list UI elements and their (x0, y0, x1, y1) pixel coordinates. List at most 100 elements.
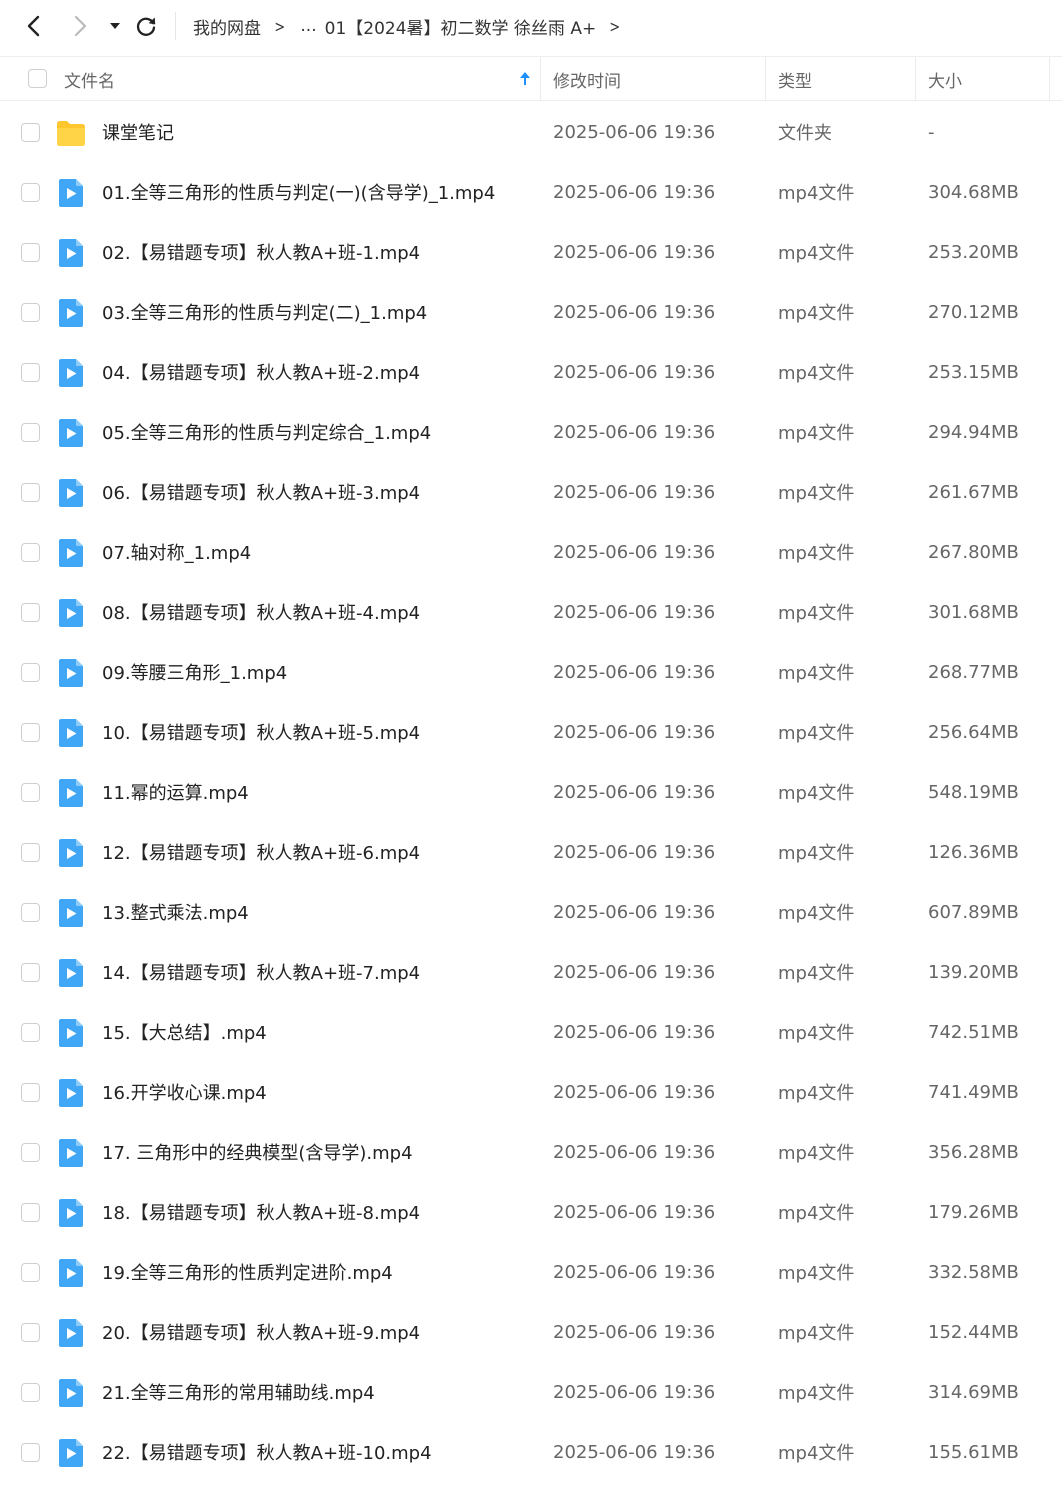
row-checkbox[interactable] (21, 1203, 40, 1222)
row-checkbox[interactable] (21, 1263, 40, 1282)
row-checkbox[interactable] (21, 783, 40, 802)
file-size: 607.89MB (928, 901, 1019, 923)
file-row[interactable]: 16.开学收心课.mp4 2025-06-06 19:36 mp4文件 741.49M… (0, 1062, 1062, 1122)
file-row[interactable]: 20.【易错题专项】秋人教A+班-9.mp4 2025-06-06 19:36 mp… (0, 1302, 1062, 1362)
row-checkbox[interactable] (21, 423, 40, 442)
file-mtime: 2025-06-06 19:36 (553, 1021, 716, 1043)
row-checkbox[interactable] (21, 183, 40, 202)
file-name[interactable]: 13.整式乘法.mp4 (102, 882, 249, 942)
row-checkbox[interactable] (21, 123, 40, 142)
row-checkbox[interactable] (21, 663, 40, 682)
file-name[interactable]: 22.【易错题专项】秋人教A+班-10.mp4 (102, 1422, 432, 1482)
file-row[interactable]: 11.幂的运算.mp4 2025-06-06 19:36 mp4文件 548.19MB (0, 762, 1062, 822)
row-checkbox[interactable] (21, 483, 40, 502)
file-name[interactable]: 08.【易错题专项】秋人教A+班-4.mp4 (102, 582, 420, 642)
file-row[interactable]: 04.【易错题专项】秋人教A+班-2.mp4 2025-06-06 19:36 mp… (0, 342, 1062, 402)
sort-ascending-icon[interactable] (518, 70, 532, 88)
file-name[interactable]: 09.等腰三角形_1.mp4 (102, 642, 287, 702)
column-header-type[interactable]: 类型 (778, 57, 812, 101)
file-row[interactable]: 03.全等三角形的性质与判定(二)_1.mp4 2025-06-06 19:36 m… (0, 282, 1062, 342)
row-checkbox[interactable] (21, 903, 40, 922)
file-name[interactable]: 03.全等三角形的性质与判定(二)_1.mp4 (102, 282, 427, 342)
row-checkbox[interactable] (21, 1083, 40, 1102)
file-row[interactable]: 10.【易错题专项】秋人教A+班-5.mp4 2025-06-06 19:36 mp… (0, 702, 1062, 762)
file-row[interactable]: 09.等腰三角形_1.mp4 2025-06-06 19:36 mp4文件 268.7… (0, 642, 1062, 702)
file-row[interactable]: 06.【易错题专项】秋人教A+班-3.mp4 2025-06-06 19:36 mp… (0, 462, 1062, 522)
file-mtime: 2025-06-06 19:36 (553, 301, 716, 323)
file-type: mp4文件 (778, 903, 855, 924)
row-checkbox[interactable] (21, 723, 40, 742)
file-row[interactable]: 13.整式乘法.mp4 2025-06-06 19:36 mp4文件 607.89MB (0, 882, 1062, 942)
file-row[interactable]: 18.【易错题专项】秋人教A+班-8.mp4 2025-06-06 19:36 mp… (0, 1182, 1062, 1242)
file-row[interactable]: 19.全等三角形的性质判定进阶.mp4 2025-06-06 19:36 mp4文件… (0, 1242, 1062, 1302)
file-mtime: 2025-06-06 19:36 (553, 661, 716, 683)
row-checkbox[interactable] (21, 1443, 40, 1462)
row-checkbox[interactable] (21, 963, 40, 982)
breadcrumb-root[interactable]: 我的网盘 (193, 14, 261, 39)
video-file-icon (58, 238, 84, 272)
file-row[interactable]: 课堂笔记 2025-06-06 19:36 文件夹 - (0, 102, 1062, 162)
select-all-checkbox[interactable] (28, 69, 47, 88)
file-name[interactable]: 16.开学收心课.mp4 (102, 1062, 267, 1122)
file-name[interactable]: 14.【易错题专项】秋人教A+班-7.mp4 (102, 942, 420, 1002)
file-name[interactable]: 05.全等三角形的性质与判定综合_1.mp4 (102, 402, 431, 462)
file-name[interactable]: 20.【易错题专项】秋人教A+班-9.mp4 (102, 1302, 420, 1362)
file-mtime: 2025-06-06 19:36 (553, 481, 716, 503)
file-name[interactable]: 15.【大总结】.mp4 (102, 1002, 267, 1062)
row-checkbox[interactable] (21, 843, 40, 862)
file-row[interactable]: 08.【易错题专项】秋人教A+班-4.mp4 2025-06-06 19:36 mp… (0, 582, 1062, 642)
file-name[interactable]: 10.【易错题专项】秋人教A+班-5.mp4 (102, 702, 420, 762)
video-file-icon (58, 1378, 84, 1412)
breadcrumb-chevron-icon[interactable]: > (610, 17, 621, 36)
file-row[interactable]: 14.【易错题专项】秋人教A+班-7.mp4 2025-06-06 19:36 mp… (0, 942, 1062, 1002)
file-type: mp4文件 (778, 363, 855, 384)
row-checkbox[interactable] (21, 1323, 40, 1342)
file-row[interactable]: 21.全等三角形的常用辅助线.mp4 2025-06-06 19:36 mp4文件 3… (0, 1362, 1062, 1422)
file-row[interactable]: 17. 三角形中的经典模型(含导学).mp4 2025-06-06 19:36 mp… (0, 1122, 1062, 1182)
file-name[interactable]: 课堂笔记 (102, 102, 174, 162)
file-size: 261.67MB (928, 481, 1019, 503)
file-name[interactable]: 12.【易错题专项】秋人教A+班-6.mp4 (102, 822, 420, 882)
video-file-icon (58, 1198, 84, 1232)
file-row[interactable]: 15.【大总结】.mp4 2025-06-06 19:36 mp4文件 742.51M… (0, 1002, 1062, 1062)
row-checkbox[interactable] (21, 363, 40, 382)
breadcrumb-current[interactable]: 01【2024暑】初二数学 徐丝雨 A+ (325, 14, 597, 39)
file-name[interactable]: 07.轴对称_1.mp4 (102, 522, 251, 582)
file-name[interactable]: 18.【易错题专项】秋人教A+班-8.mp4 (102, 1182, 420, 1242)
file-row[interactable]: 12.【易错题专项】秋人教A+班-6.mp4 2025-06-06 19:36 mp… (0, 822, 1062, 882)
file-size: 304.68MB (928, 181, 1019, 203)
caret-down-icon (110, 23, 120, 29)
column-header-name[interactable]: 文件名 (64, 57, 534, 101)
row-checkbox[interactable] (21, 543, 40, 562)
column-header-mtime[interactable]: 修改时间 (553, 57, 621, 101)
file-row[interactable]: 07.轴对称_1.mp4 2025-06-06 19:36 mp4文件 267.80M… (0, 522, 1062, 582)
row-checkbox[interactable] (21, 1143, 40, 1162)
file-row[interactable]: 22.【易错题专项】秋人教A+班-10.mp4 2025-06-06 19:36 m… (0, 1422, 1062, 1482)
column-divider[interactable] (915, 57, 916, 101)
file-name[interactable]: 06.【易错题专项】秋人教A+班-3.mp4 (102, 462, 420, 522)
column-header-size[interactable]: 大小 (928, 57, 962, 101)
history-dropdown-button[interactable] (101, 12, 129, 40)
file-row[interactable]: 01.全等三角形的性质与判定(一)(含导学)_1.mp4 2025-06-06 1… (0, 162, 1062, 222)
row-checkbox[interactable] (21, 303, 40, 322)
row-checkbox[interactable] (21, 603, 40, 622)
refresh-button[interactable] (132, 12, 160, 40)
row-checkbox[interactable] (21, 243, 40, 262)
column-divider[interactable] (540, 57, 541, 101)
file-name[interactable]: 17. 三角形中的经典模型(含导学).mp4 (102, 1122, 413, 1182)
row-checkbox[interactable] (21, 1023, 40, 1042)
file-name[interactable]: 19.全等三角形的性质判定进阶.mp4 (102, 1242, 393, 1302)
back-button[interactable] (20, 12, 48, 40)
file-row[interactable]: 05.全等三角形的性质与判定综合_1.mp4 2025-06-06 19:36 mp… (0, 402, 1062, 462)
file-name[interactable]: 11.幂的运算.mp4 (102, 762, 249, 822)
file-name[interactable]: 02.【易错题专项】秋人教A+班-1.mp4 (102, 222, 420, 282)
forward-button[interactable] (66, 12, 94, 40)
row-checkbox[interactable] (21, 1383, 40, 1402)
file-name[interactable]: 04.【易错题专项】秋人教A+班-2.mp4 (102, 342, 420, 402)
file-name[interactable]: 21.全等三角形的常用辅助线.mp4 (102, 1362, 375, 1422)
file-name[interactable]: 01.全等三角形的性质与判定(一)(含导学)_1.mp4 (102, 162, 495, 222)
breadcrumb: 我的网盘 > ... 01【2024暑】初二数学 徐丝雨 A+ > (193, 0, 636, 52)
column-divider[interactable] (765, 57, 766, 101)
file-row[interactable]: 02.【易错题专项】秋人教A+班-1.mp4 2025-06-06 19:36 mp… (0, 222, 1062, 282)
breadcrumb-ellipsis[interactable]: ... (300, 16, 316, 36)
